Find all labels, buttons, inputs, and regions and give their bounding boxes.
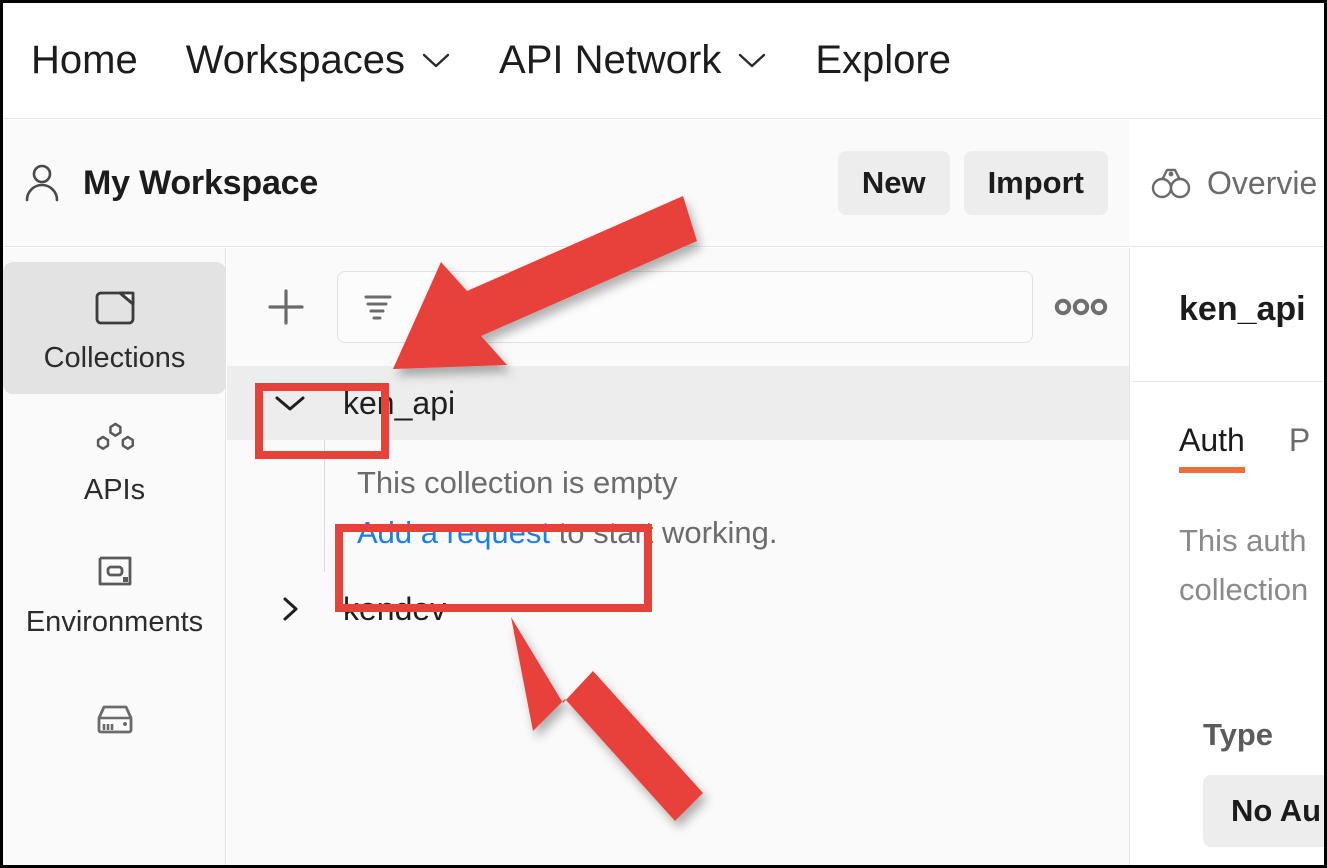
tab-auth[interactable]: Auth [1179,422,1245,473]
environments-icon [90,546,140,596]
chevron-down-icon[interactable] [259,372,321,434]
import-button[interactable]: Import [963,151,1108,215]
nav-item-workspaces[interactable]: Workspaces [186,38,451,83]
collection-row-ken-api[interactable]: ken_api [227,366,1129,440]
sidebar-item-environments-label: Environments [25,605,204,638]
top-navigation-bar: Home Workspaces API Network Explore [3,3,1324,119]
app-window: Home Workspaces API Network Explore My W… [0,0,1327,868]
auth-description-line-2: collection [1179,571,1309,607]
sidebar-item-apis-label: APIs [83,473,146,506]
auth-type-label: Type [1203,716,1274,752]
binoculars-icon [1149,161,1193,205]
sidebar-item-apis[interactable]: APIs [3,394,226,526]
empty-state-title: This collection is empty [357,465,678,500]
collection-name-ken-api: ken_api [343,384,456,421]
sidebar-item-environments[interactable]: Environments [3,526,226,658]
sidebar-item-collections-label: Collections [43,341,186,374]
collection-detail-panel: ken_api Auth P This auth collection Type… [1131,248,1324,865]
chevron-down-icon [737,52,767,70]
collections-icon [90,282,140,332]
filter-icon [358,287,398,327]
new-button[interactable]: New [837,151,950,215]
nav-item-api-network-label: API Network [499,38,722,82]
chevron-right-icon[interactable] [259,578,321,640]
tab-overview-label[interactable]: Overvie [1207,165,1317,202]
nav-item-explore[interactable]: Explore [815,38,951,83]
search-input[interactable] [412,290,1032,324]
nav-item-workspaces-label: Workspaces [185,38,406,82]
apis-icon [90,414,140,464]
chevron-down-icon [421,52,451,70]
auth-description-line-1: This auth [1179,523,1307,558]
collections-toolbar [227,248,1129,366]
collection-empty-state: This collection is empty Add a request t… [324,440,1129,573]
workspace-header: My Workspace New Import [3,120,1130,247]
tab-pre-request[interactable]: P [1289,422,1310,473]
sidebar-icon-rail: Collections APIs Environments [3,248,226,865]
plus-icon[interactable] [257,278,315,336]
collection-detail-title: ken_api [1179,290,1306,328]
empty-state-cta-rest: to start working. [550,515,778,551]
add-a-request-link[interactable]: Add a request [357,515,550,550]
sidebar-item-collections[interactable]: Collections [3,262,226,394]
collection-name-kendev: kendev [343,590,447,627]
nav-item-explore-label: Explore [815,38,951,82]
search-filter-box[interactable] [337,271,1033,343]
collections-sidebar: ken_api This collection is empty Add a r… [227,248,1130,865]
ellipsis-icon[interactable] [1051,279,1111,335]
right-panel-tabstrip: Overvie [1131,120,1324,247]
workspace-title: My Workspace [83,163,319,202]
collection-row-kendev[interactable]: kendev [227,572,1129,646]
nav-item-home-label: Home [31,38,138,82]
auth-type-select[interactable]: No Au [1203,774,1324,847]
sidebar-item-mock-servers[interactable] [3,658,226,790]
nav-item-api-network[interactable]: API Network [499,38,767,83]
nav-item-home[interactable]: Home [31,38,138,83]
collection-detail-tabs: Auth P [1131,381,1324,473]
person-icon [19,160,65,206]
mock-servers-icon [90,694,140,744]
empty-state-cta: Add a request to start working. [325,508,1129,558]
